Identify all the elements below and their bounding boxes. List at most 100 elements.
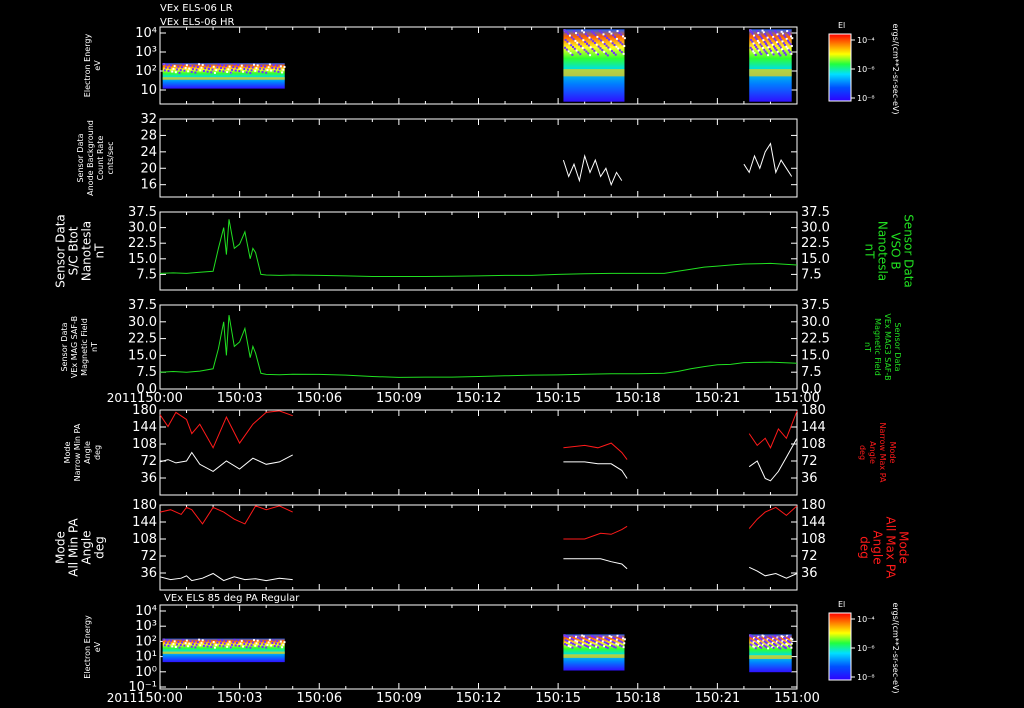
ytick-right-pa_narrow-4: 36 bbox=[801, 471, 818, 486]
ytick-right-bmag1-2: 22.5 bbox=[801, 236, 830, 251]
ytick-sensor-3: 20 bbox=[140, 161, 157, 176]
ylabel-pa_all: Mode All Min PA Angle deg bbox=[54, 517, 107, 576]
ylabel-pa_narrow-line-1: Narrow Min PA bbox=[73, 423, 82, 481]
ytick-right-bmag1-1: 30.0 bbox=[801, 221, 830, 236]
ytick-energy1-3: 10 bbox=[140, 83, 157, 98]
ytick-bmag2-1: 30.0 bbox=[128, 315, 157, 330]
ylabel-energy2-line-1: eV bbox=[93, 641, 102, 652]
ytick-pa_all-2: 108 bbox=[132, 532, 157, 547]
series-pa_narrow-0-seg-1 bbox=[563, 442, 628, 460]
series-pa_all-0-seg-1 bbox=[563, 525, 628, 540]
xtick-energy2-6: 150:18 bbox=[615, 691, 661, 706]
rlabel-pa_narrow-line-3: deg bbox=[858, 445, 867, 460]
ytick-energy2-0: 10⁴ bbox=[135, 604, 157, 619]
ytick-pa_narrow-2: 108 bbox=[132, 437, 157, 452]
ylabel-bmag1-line-2: Nanotesla bbox=[80, 221, 94, 281]
series-bmag1-0-seg-0 bbox=[159, 219, 798, 277]
ylabel-bmag2-line-1: VEx MAG SAF-B bbox=[70, 316, 79, 378]
spectrogram-block-1 bbox=[162, 63, 286, 89]
series-pa_all-0-seg-0 bbox=[159, 505, 293, 525]
colorbar-unit-energy1: ergs/(cm**2-sr-sec-eV) bbox=[891, 23, 900, 114]
ytick-pa_narrow-1: 144 bbox=[132, 420, 157, 435]
ytick-sensor-4: 16 bbox=[140, 178, 157, 193]
ytick-right-pa_narrow-3: 72 bbox=[801, 454, 818, 469]
ylabel-pa_all-line-0: Mode bbox=[54, 531, 68, 564]
ytick-bmag1-4: 7.5 bbox=[136, 267, 157, 282]
spectrogram-block-2 bbox=[563, 29, 626, 102]
ylabel-energy1-line-1: eV bbox=[93, 60, 102, 71]
ytick-bmag1-3: 15.0 bbox=[128, 252, 157, 267]
xtick-year-bmag2: 2011 bbox=[107, 391, 138, 405]
rlabel-pa_all-line-2: Angle bbox=[871, 530, 885, 564]
ytick-sensor-2: 24 bbox=[140, 145, 157, 160]
rlabel-bmag1-line-3: nT bbox=[863, 244, 877, 260]
spectrogram2-block-1 bbox=[162, 638, 286, 663]
ylabel-pa_narrow-line-0: Mode bbox=[63, 442, 72, 464]
series-pa_all-1-seg-0 bbox=[159, 572, 293, 582]
colorbar-tick-energy2-2: 10⁻⁸ bbox=[857, 673, 875, 682]
colorbar-tick-energy1-1: 10⁻⁶ bbox=[857, 65, 875, 74]
header-line-1: VEx ELS-06 LR bbox=[160, 3, 233, 14]
rlabel-pa_narrow-line-1: Narrow Max PA bbox=[878, 423, 887, 484]
ytick-bmag2-0: 37.5 bbox=[128, 298, 157, 313]
spectrogram-block-3 bbox=[749, 29, 794, 102]
xtick-bmag2-7: 150:21 bbox=[695, 391, 741, 406]
ytick-bmag2-4: 7.5 bbox=[136, 365, 157, 380]
xtick-bmag2-6: 150:18 bbox=[615, 391, 661, 406]
ytick-energy2-1: 10³ bbox=[135, 619, 157, 634]
colorbar-tick-energy2-0: 10⁻⁴ bbox=[857, 615, 875, 624]
ytick-pa_all-1: 144 bbox=[132, 515, 157, 530]
ylabel-bmag1-line-3: nT bbox=[93, 243, 107, 259]
series-pa_narrow-0-seg-0 bbox=[159, 410, 293, 449]
ytick-energy2-4: 10⁰ bbox=[135, 665, 157, 680]
ylabel-bmag1-line-0: Sensor Data bbox=[54, 214, 68, 288]
rlabel-pa_all-line-3: deg bbox=[858, 536, 872, 559]
rlabel-pa_all-line-0: Mode bbox=[897, 531, 911, 564]
panel-title-energy2: VEx ELS 85 deg PA Regular bbox=[164, 593, 300, 604]
ylabel-energy1: Electron Energy eV bbox=[83, 34, 102, 98]
rlabel-bmag2-line-2: Magnetic Field bbox=[873, 318, 882, 376]
ytick-pa_narrow-3: 72 bbox=[140, 454, 157, 469]
ytick-bmag2-3: 15.0 bbox=[128, 348, 157, 363]
series-sensor-0-seg-0 bbox=[562, 153, 623, 187]
ytick-right-bmag2-0: 37.5 bbox=[801, 298, 830, 313]
ylabel-energy2: Electron Energy eV bbox=[83, 615, 102, 679]
ylabel-sensor: Sensor Data Anode Background Count Rate cnt… bbox=[76, 120, 115, 196]
series-pa_narrow-0-seg-2 bbox=[748, 410, 798, 449]
ylabel-pa_all-line-2: Angle bbox=[80, 530, 94, 564]
spectrogram2-block-3 bbox=[749, 634, 794, 673]
spectrogram2-block-2 bbox=[563, 634, 626, 671]
ytick-bmag2-2: 22.5 bbox=[128, 332, 157, 347]
ytick-right-bmag1-4: 7.5 bbox=[801, 267, 822, 282]
ytick-right-pa_all-1: 144 bbox=[801, 515, 826, 530]
ytick-right-bmag2-3: 15.0 bbox=[801, 348, 830, 363]
ytick-sensor-1: 28 bbox=[140, 128, 157, 143]
xtick-bmag2-4: 150:12 bbox=[456, 391, 502, 406]
xtick-energy2-4: 150:12 bbox=[456, 691, 502, 706]
xtick-bmag2-5: 150:15 bbox=[535, 391, 581, 406]
ylabel-bmag2-line-0: Sensor Data bbox=[60, 322, 69, 371]
ylabel-energy2-line-0: Electron Energy bbox=[83, 615, 92, 679]
ylabel-sensor-line-1: Anode Background bbox=[86, 120, 95, 196]
xtick-energy2-1: 150:03 bbox=[217, 691, 263, 706]
ylabel-bmag2-line-2: Magnetic Field bbox=[80, 318, 89, 376]
rlabel-bmag2-line-1: VEx MAG3 SAF-B bbox=[883, 313, 892, 380]
xtick-bmag2-0: 150:00 bbox=[137, 391, 183, 406]
xtick-bmag2-3: 150:09 bbox=[376, 391, 422, 406]
xtick-energy2-2: 150:06 bbox=[296, 691, 342, 706]
xtick-energy2-0: 150:00 bbox=[137, 691, 183, 706]
ytick-right-pa_narrow-1: 144 bbox=[801, 420, 826, 435]
plot-window: { "header": {"line1": "VEx ELS-06 LR", "… bbox=[0, 0, 1024, 708]
ytick-pa_all-0: 180 bbox=[132, 498, 157, 513]
series-pa_all-0-seg-2 bbox=[748, 505, 798, 529]
xtick-energy2-5: 150:15 bbox=[535, 691, 581, 706]
panel-frame-pa_narrow bbox=[159, 409, 798, 496]
xtick-bmag2-8: 151:00 bbox=[774, 391, 820, 406]
colorbar-unit-energy2: ergs/(cm**2-sr-sec-eV) bbox=[891, 602, 900, 693]
ytick-right-bmag2-4: 7.5 bbox=[801, 365, 822, 380]
header-line-2: VEx ELS-06 HR bbox=[160, 17, 235, 28]
ytick-bmag1-0: 37.5 bbox=[128, 205, 157, 220]
ytick-energy2-2: 10² bbox=[135, 634, 157, 649]
ytick-energy1-1: 10³ bbox=[135, 45, 157, 60]
xtick-energy2-3: 150:09 bbox=[376, 691, 422, 706]
